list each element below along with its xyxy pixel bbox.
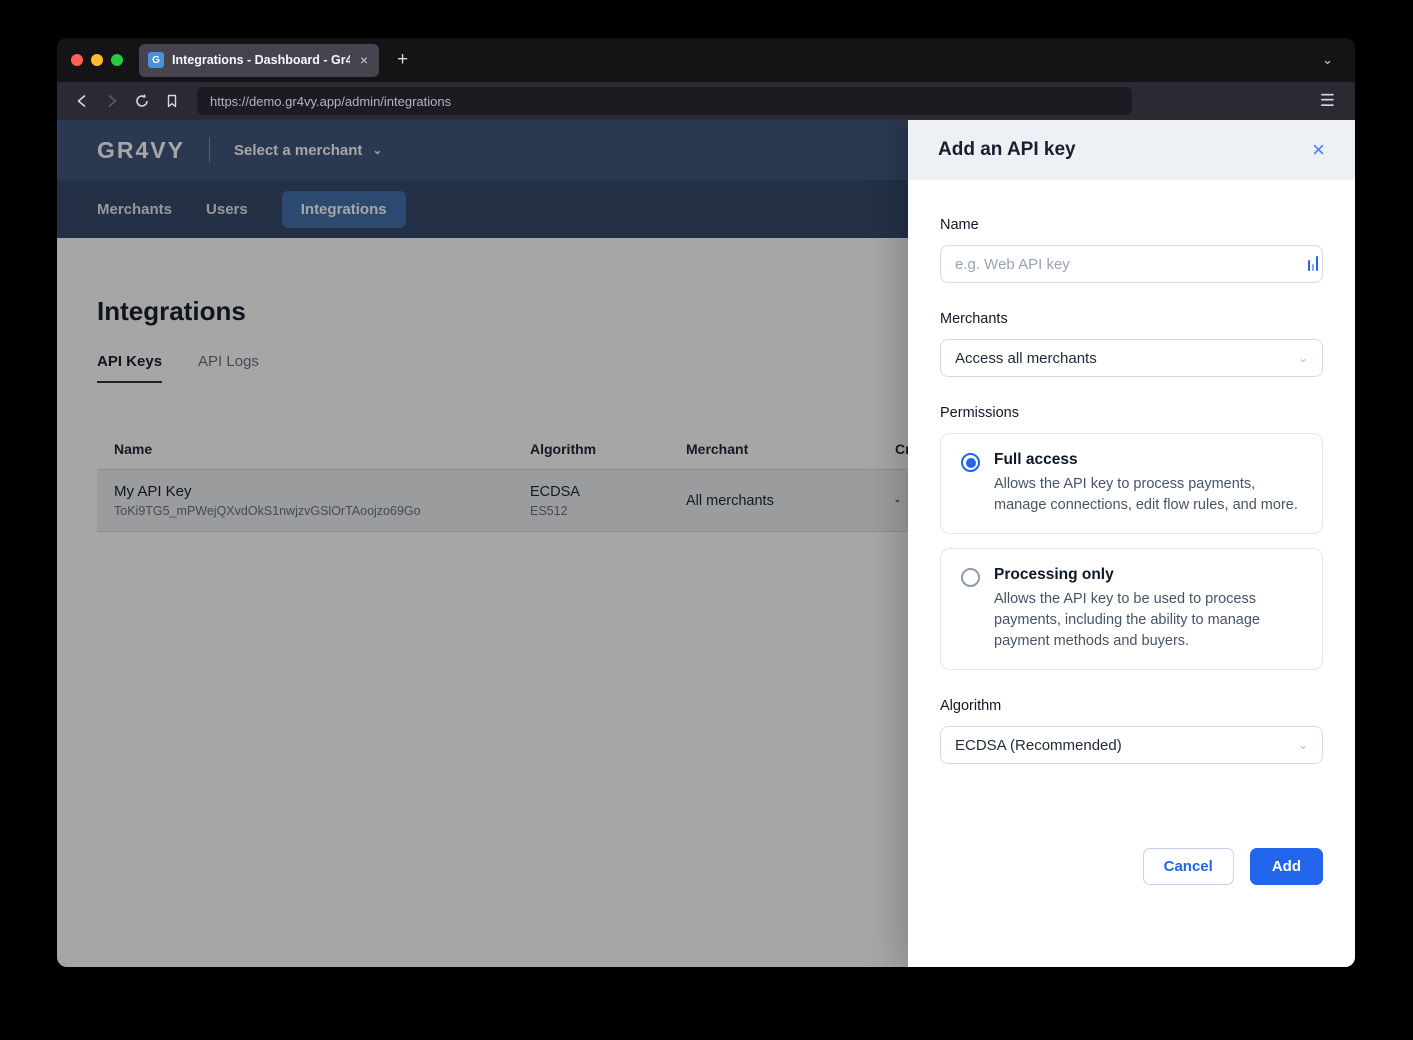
- drawer-body: Name Merchants Access all merchants ⌄ Pe…: [908, 180, 1355, 967]
- permission-option-full-access[interactable]: Full access Allows the API key to proces…: [940, 433, 1323, 534]
- radio-full-access[interactable]: [961, 453, 980, 472]
- option-description: Allows the API key to be used to process…: [994, 589, 1302, 652]
- new-tab-button[interactable]: +: [391, 49, 414, 71]
- minimize-window-button[interactable]: [91, 54, 103, 66]
- browser-toolbar: https://demo.gr4vy.app/admin/integration…: [57, 82, 1355, 120]
- browser-tab[interactable]: G Integrations - Dashboard - Gr4 ×: [139, 44, 379, 77]
- forward-icon[interactable]: [97, 87, 127, 115]
- list-all-tabs-icon[interactable]: ⌄: [1314, 52, 1341, 68]
- close-icon[interactable]: ×: [1312, 139, 1325, 161]
- algorithm-select[interactable]: ECDSA (Recommended) ⌄: [940, 726, 1323, 764]
- bookmark-icon[interactable]: [157, 87, 187, 115]
- option-title: Processing only: [994, 566, 1302, 584]
- name-field-wrap: [940, 245, 1323, 283]
- merchants-label: Merchants: [940, 311, 1323, 329]
- chevron-down-icon: ⌄: [1298, 351, 1308, 365]
- browser-window: G Integrations - Dashboard - Gr4 × + ⌄ h…: [57, 38, 1355, 967]
- close-window-button[interactable]: [71, 54, 83, 66]
- window-controls: [71, 54, 123, 66]
- drawer-title: Add an API key: [938, 139, 1076, 161]
- close-tab-icon[interactable]: ×: [358, 52, 370, 68]
- cancel-button[interactable]: Cancel: [1143, 848, 1234, 885]
- back-icon[interactable]: [67, 87, 97, 115]
- option-description: Allows the API key to process payments, …: [994, 474, 1302, 516]
- algorithm-select-value: ECDSA (Recommended): [955, 737, 1122, 754]
- name-label: Name: [940, 217, 1323, 235]
- url-text: https://demo.gr4vy.app/admin/integration…: [210, 94, 451, 109]
- merchants-select-value: Access all merchants: [955, 350, 1097, 367]
- add-api-key-drawer: Add an API key × Name Merchants Access a…: [908, 120, 1355, 967]
- algorithm-label: Algorithm: [940, 698, 1323, 716]
- merchants-select[interactable]: Access all merchants ⌄: [940, 339, 1323, 377]
- url-bar[interactable]: https://demo.gr4vy.app/admin/integration…: [197, 87, 1132, 115]
- tab-strip: G Integrations - Dashboard - Gr4 × + ⌄: [57, 38, 1355, 82]
- drawer-footer: Cancel Add: [940, 848, 1323, 885]
- chevron-down-icon: ⌄: [1298, 738, 1308, 752]
- option-title: Full access: [994, 451, 1302, 469]
- tab-title: Integrations - Dashboard - Gr4: [172, 53, 350, 67]
- maximize-window-button[interactable]: [111, 54, 123, 66]
- menu-icon[interactable]: ☰: [1310, 91, 1345, 111]
- autofill-extension-icon[interactable]: [1308, 255, 1319, 271]
- drawer-header: Add an API key ×: [908, 120, 1355, 180]
- add-button[interactable]: Add: [1250, 848, 1323, 885]
- reload-icon[interactable]: [127, 87, 157, 115]
- radio-processing-only[interactable]: [961, 568, 980, 587]
- name-input[interactable]: [940, 245, 1323, 283]
- permission-option-processing-only[interactable]: Processing only Allows the API key to be…: [940, 548, 1323, 670]
- page: GR4VY Select a merchant ⌄ Merchants User…: [57, 120, 1355, 967]
- favicon-icon: G: [148, 52, 164, 68]
- permissions-label: Permissions: [940, 405, 1323, 423]
